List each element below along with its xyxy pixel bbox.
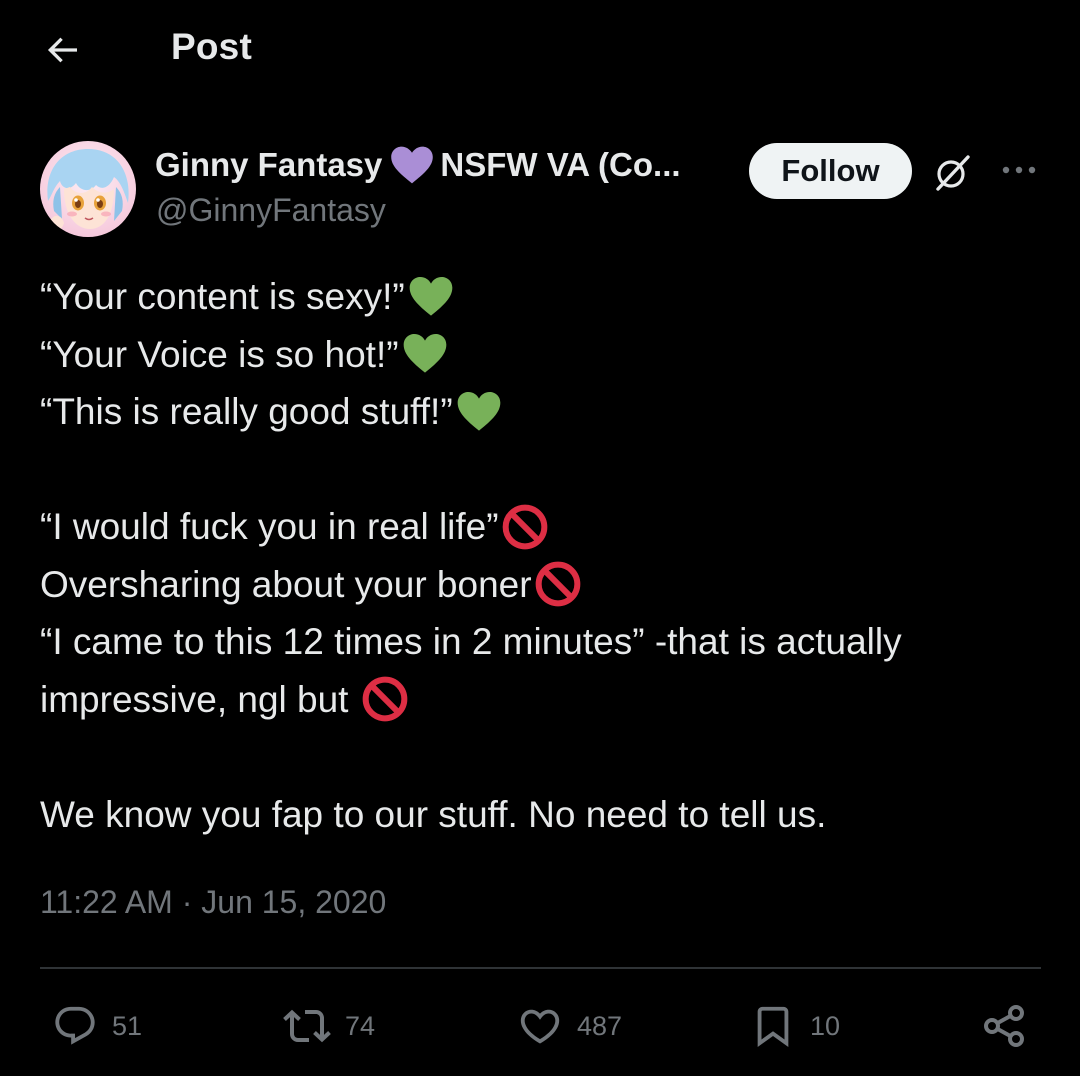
back-button[interactable] — [40, 28, 84, 72]
anime-girl-avatar — [40, 141, 136, 237]
bookmark-icon — [757, 1006, 789, 1047]
author-name-row[interactable]: Ginny Fantasy NSFW VA (Co... — [155, 142, 681, 188]
green-heart-icon — [409, 276, 453, 316]
grok-icon — [936, 155, 970, 191]
divider — [40, 967, 1041, 969]
green-heart-icon — [403, 334, 446, 373]
green-heart-icon — [457, 391, 500, 431]
like-button[interactable]: 487 — [517, 1000, 622, 1052]
avatar[interactable] — [40, 141, 136, 237]
repost-button[interactable]: 74 — [283, 1000, 375, 1052]
more-options-button[interactable] — [994, 150, 1044, 190]
tweet-line-text: “Your content is sexy!” — [40, 276, 405, 317]
tweet-line: We know you fap to our stuff. No need to… — [40, 786, 1040, 844]
tweet-line-text: “I would fuck you in real life” — [40, 506, 499, 547]
follow-button[interactable]: Follow — [749, 143, 912, 199]
tweet-line: “Your content is sexy!” — [40, 268, 1040, 326]
repost-icon — [283, 1009, 331, 1043]
tweet-line-text: impressive, ngl but — [40, 678, 359, 720]
reply-count: 51 — [112, 1010, 143, 1041]
display-name: Ginny Fantasy — [155, 146, 383, 183]
tweet-line: “I would fuck you in real life” — [40, 498, 1040, 556]
tweet-line: impressive, ngl but — [40, 671, 1040, 729]
display-name-suffix: NSFW VA (Co... — [440, 146, 681, 183]
prohibited-icon — [362, 676, 408, 722]
share-button[interactable] — [980, 1000, 1028, 1052]
prohibited-icon — [535, 561, 580, 607]
purple-heart-icon — [391, 146, 434, 184]
tweet-text: “Your content is sexy!” “Your Voice is s… — [40, 268, 1040, 843]
top-bar: Post — [0, 0, 1080, 100]
more-horizontal-icon — [1002, 166, 1036, 174]
bookmark-count: 10 — [810, 1010, 841, 1041]
tweet-line: “I came to this 12 times in 2 minutes” -… — [40, 613, 1040, 671]
bookmark-button[interactable]: 10 — [750, 1000, 840, 1052]
share-icon — [984, 1005, 1024, 1047]
tweet-line: Oversharing about your boner — [40, 556, 1040, 614]
author-handle[interactable]: @GinnyFantasy — [156, 192, 386, 229]
like-icon — [520, 1009, 560, 1044]
tweet-timestamp[interactable]: 11:22 AM · Jun 15, 2020 — [40, 884, 386, 921]
page-title: Post — [171, 26, 252, 67]
tweet-line-text: “I came to this 12 times in 2 minutes” -… — [40, 621, 902, 662]
repost-count: 74 — [345, 1010, 376, 1041]
reply-button[interactable]: 51 — [52, 1000, 142, 1052]
tweet-line-text: “This is really good stuff!” — [40, 391, 453, 432]
tweet-line: “Your Voice is so hot!” — [40, 326, 1040, 384]
tweet-line-text: We know you fap to our stuff. No need to… — [40, 793, 827, 835]
tweet-line-text: “Your Voice is so hot!” — [40, 333, 399, 375]
reply-icon — [55, 1006, 95, 1045]
tweet-line-text: Oversharing about your boner — [40, 563, 532, 605]
tweet-line: “This is really good stuff!” — [40, 383, 1040, 441]
prohibited-icon — [502, 504, 547, 550]
grok-button[interactable] — [929, 150, 975, 196]
arrow-left-icon — [47, 37, 77, 63]
like-count: 487 — [577, 1010, 623, 1041]
